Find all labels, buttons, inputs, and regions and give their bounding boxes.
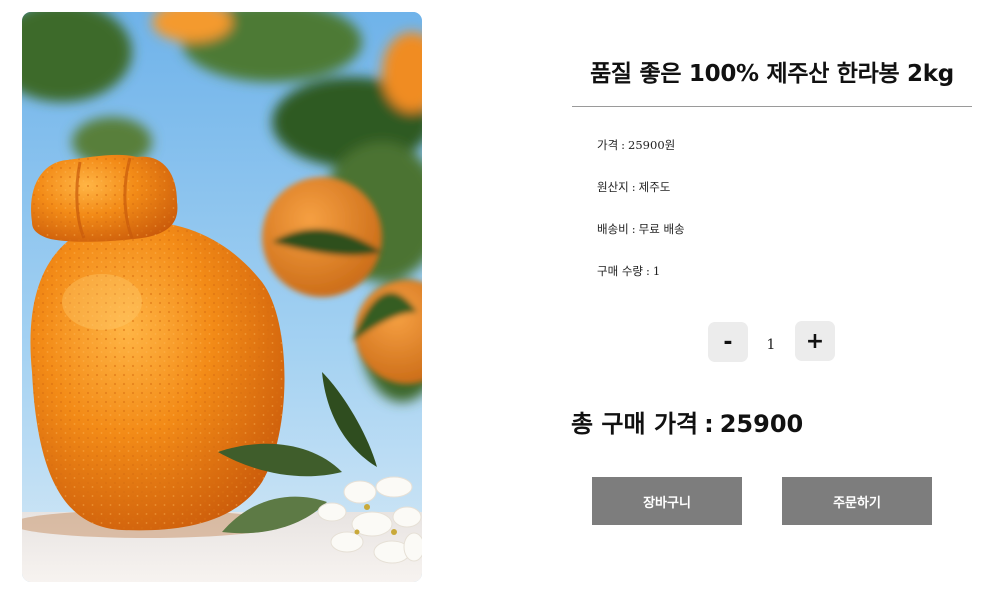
origin-row: 원산지: 제주도 <box>597 180 671 194</box>
hallabong-photo <box>22 12 422 582</box>
order-button[interactable]: 주문하기 <box>782 477 932 525</box>
price-row: 가격:25900원 <box>597 138 676 152</box>
quantity-value: 1 <box>766 337 776 353</box>
decrease-quantity-button[interactable]: - <box>708 322 748 362</box>
price-label: 가격 <box>597 138 619 152</box>
total-price-value: 25900 <box>719 410 804 438</box>
shipping-value: 무료 배송 <box>638 222 685 236</box>
origin-label: 원산지 <box>597 180 629 194</box>
title-divider <box>572 106 972 107</box>
product-image <box>22 12 422 582</box>
origin-value: 제주도 <box>638 180 671 194</box>
increase-quantity-button[interactable]: + <box>795 321 835 361</box>
purchase-quantity-value: 1 <box>652 264 661 278</box>
add-to-cart-button[interactable]: 장바구니 <box>592 477 742 525</box>
total-price-label: 총 구매 가격 <box>571 410 699 438</box>
purchase-quantity-row: 구매 수량:1 <box>597 264 661 278</box>
price-value: 25900원 <box>628 138 676 152</box>
product-title: 품질 좋은 100% 제주산 한라봉 2kg <box>590 61 954 87</box>
product-detail-page: 품질 좋은 100% 제주산 한라봉 2kg 가격:25900원 원산지: 제주도… <box>0 0 999 614</box>
shipping-label: 배송비 <box>597 222 629 236</box>
shipping-row: 배송비: 무료 배송 <box>597 222 685 236</box>
total-price: 총 구매 가격:25900 <box>571 410 804 438</box>
purchase-quantity-label: 구매 수량 <box>597 264 643 278</box>
